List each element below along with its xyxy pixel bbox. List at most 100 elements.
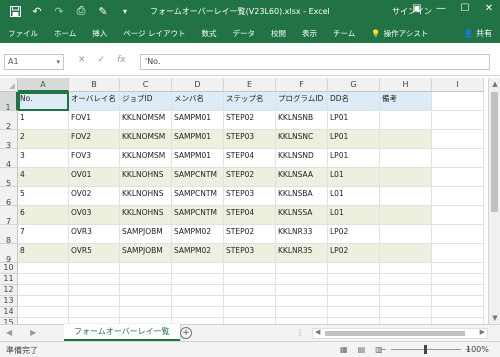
table-cell[interactable] [120,263,172,274]
row-header[interactable]: 12 [0,285,18,296]
table-cell[interactable] [172,307,224,318]
table-cell[interactable] [380,168,432,187]
table-cell[interactable]: STEP04 [224,149,276,168]
table-cell[interactable] [276,263,328,274]
column-header-i[interactable]: I [432,78,484,92]
table-cell[interactable]: FOV2 [69,130,120,149]
table-cell[interactable]: KKLNR35 [276,244,328,263]
row-header[interactable]: 13 [0,296,18,307]
table-cell[interactable] [120,274,172,285]
row-header[interactable]: 7 [0,206,18,226]
table-cell[interactable]: SAMPCNTM [172,168,224,187]
table-cell[interactable] [172,296,224,307]
ribbon-display-icon[interactable]: ▣ [410,3,424,14]
tab-file[interactable]: ファイル [0,28,46,39]
scroll-right-icon[interactable]: ▶ [480,328,485,336]
table-cell[interactable] [380,130,432,149]
header-cell[interactable]: ジョブID [120,92,172,111]
column-header-a[interactable]: A [18,78,69,92]
header-cell[interactable]: No. [18,92,69,111]
share-button[interactable]: 👤 共有 [463,28,492,39]
zoom-percent[interactable]: 100% [466,345,489,354]
table-cell[interactable]: 1 [18,111,69,130]
table-cell[interactable] [224,274,276,285]
scroll-down-icon[interactable]: ▼ [489,312,500,324]
table-cell[interactable]: STEP03 [224,187,276,206]
table-cell[interactable] [432,244,484,263]
row-header[interactable]: 5 [0,168,18,188]
tab-review[interactable]: 校閲 [263,28,294,39]
table-cell[interactable] [380,111,432,130]
table-cell[interactable]: 7 [18,225,69,244]
row-header[interactable]: 10 [0,263,18,274]
table-cell[interactable]: KKLNSSA [276,206,328,225]
table-cell[interactable]: STEP03 [224,130,276,149]
normal-view-icon[interactable]: ▦ [340,345,348,354]
table-cell[interactable]: KKLNSND [276,149,328,168]
table-cell[interactable] [120,296,172,307]
column-header-g[interactable]: G [328,78,380,92]
table-cell[interactable]: STEP02 [224,225,276,244]
table-cell[interactable]: SAMPM01 [172,130,224,149]
table-cell[interactable] [276,307,328,318]
table-cell[interactable] [69,274,120,285]
insert-function-icon[interactable]: fx [117,55,126,65]
table-cell[interactable]: OVR5 [69,244,120,263]
header-cell[interactable]: メンバ名 [172,92,224,111]
table-cell[interactable]: SAMPCNTM [172,187,224,206]
table-cell[interactable] [328,274,380,285]
table-cell[interactable]: OVR3 [69,225,120,244]
table-cell[interactable] [69,285,120,296]
tab-team[interactable]: チーム [325,28,363,39]
zoom-slider[interactable] [390,345,461,354]
tab-view[interactable]: 表示 [294,28,325,39]
table-cell[interactable]: KKLNOHNS [120,168,172,187]
table-cell[interactable] [432,296,484,307]
table-cell[interactable]: OV01 [69,168,120,187]
table-cell[interactable]: KKLNOMSM [120,149,172,168]
table-cell[interactable]: 5 [18,187,69,206]
table-cell[interactable]: STEP02 [224,168,276,187]
cancel-icon[interactable]: ✕ [78,55,86,65]
row-header[interactable]: 3 [0,130,18,150]
format-painter-icon[interactable]: ✎ [96,4,110,18]
tab-page-layout[interactable]: ページ レイアウト [115,28,193,39]
undo-icon[interactable]: ↶ [30,4,44,18]
customize-dropdown-icon[interactable]: ▾ [118,4,132,18]
table-cell[interactable] [224,307,276,318]
table-cell[interactable]: L01 [328,206,380,225]
table-cell[interactable] [380,187,432,206]
header-cell[interactable] [432,92,484,111]
select-all-corner[interactable] [0,78,18,92]
table-cell[interactable]: KKLNOMSM [120,111,172,130]
table-cell[interactable] [120,307,172,318]
column-header-b[interactable]: B [69,78,120,92]
header-cell[interactable]: DD名 [328,92,380,111]
table-cell[interactable] [328,307,380,318]
row-header[interactable]: 6 [0,187,18,207]
tell-me-box[interactable]: 💡 操作アシスト [363,28,436,39]
table-cell[interactable]: 3 [18,149,69,168]
table-cell[interactable] [18,263,69,274]
table-cell[interactable] [120,285,172,296]
table-cell[interactable] [276,296,328,307]
next-sheet-icon[interactable]: ▶ [30,328,36,337]
table-cell[interactable]: LP01 [328,130,380,149]
prev-sheet-icon[interactable]: ◀ [6,328,12,337]
table-cell[interactable] [432,206,484,225]
table-cell[interactable] [328,285,380,296]
table-cell[interactable] [380,263,432,274]
table-cell[interactable]: 6 [18,206,69,225]
table-cell[interactable] [69,296,120,307]
header-cell[interactable]: ステップ名 [224,92,276,111]
close-icon[interactable]: ✕ [482,3,496,14]
table-cell[interactable]: KKLNSAA [276,168,328,187]
table-cell[interactable] [432,307,484,318]
table-cell[interactable] [18,307,69,318]
header-cell[interactable]: プログラムID [276,92,328,111]
column-header-h[interactable]: H [380,78,432,92]
table-cell[interactable]: SAMPM02 [172,225,224,244]
vertical-scrollbar[interactable]: ▲ ▼ [488,78,500,324]
row-header[interactable]: 11 [0,274,18,285]
table-cell[interactable]: KKLNSBA [276,187,328,206]
